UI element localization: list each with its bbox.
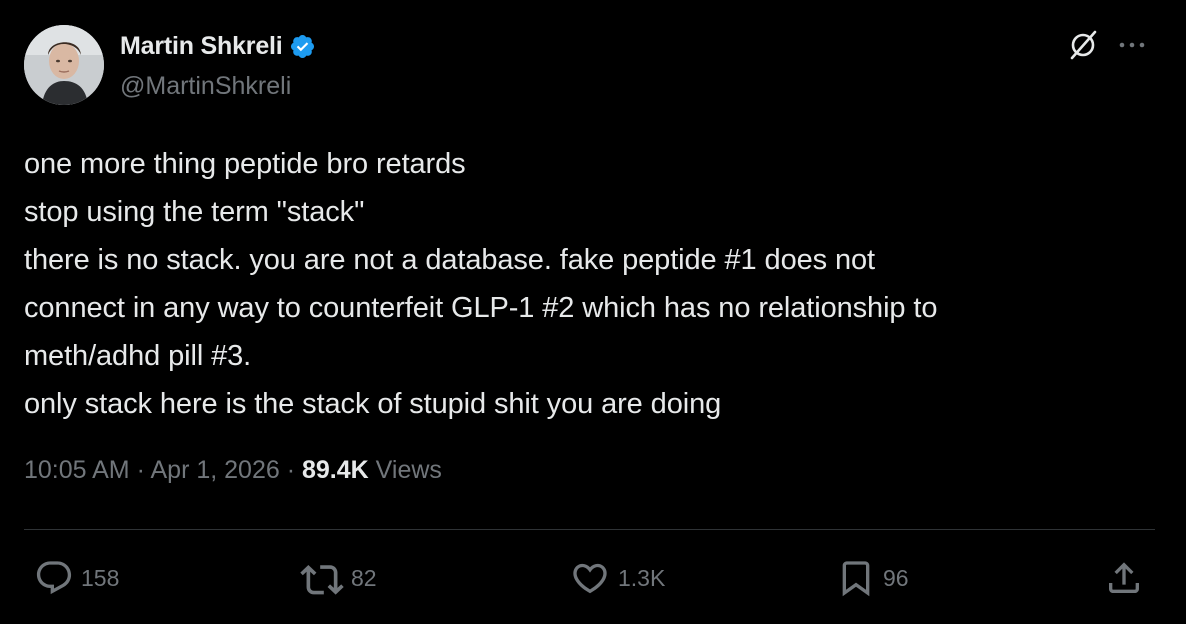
avatar[interactable] xyxy=(24,25,104,105)
tweet-line: stop using the term "stack" xyxy=(24,196,365,228)
tweet-date[interactable]: Apr 1, 2026 xyxy=(151,456,280,484)
bookmark-count: 96 xyxy=(883,564,909,591)
tweet-meta: 10:05 AM · Apr 1, 2026 · 89.4K Views xyxy=(24,456,442,485)
meta-separator: · xyxy=(136,456,151,484)
action-bar: 158 82 1.3K 96 xyxy=(0,555,1186,605)
repost-button[interactable]: 82 xyxy=(300,555,377,601)
tweet-card: Martin Shkreli @MartinShkreli one more t… xyxy=(0,0,1186,624)
tweet-text: one more thing peptide bro retards stop … xyxy=(24,140,1164,428)
tweet-line: one more thing peptide bro retards xyxy=(24,148,466,180)
tweet-time[interactable]: 10:05 AM xyxy=(24,456,130,484)
tweet-line: meth/adhd pill #3. xyxy=(24,340,252,372)
tweet-line: only stack here is the stack of stupid s… xyxy=(24,388,722,420)
divider xyxy=(24,529,1155,530)
grok-icon[interactable] xyxy=(1066,28,1100,62)
author-name-row: Martin Shkreli xyxy=(120,30,316,62)
tweet-line: there is no stack. you are not a databas… xyxy=(24,244,875,276)
reply-icon xyxy=(36,561,72,595)
meta-separator: · xyxy=(286,456,302,484)
reply-button[interactable]: 158 xyxy=(34,555,119,601)
repost-icon xyxy=(300,565,344,595)
like-count: 1.3K xyxy=(618,564,666,591)
bookmark-icon xyxy=(842,561,870,597)
like-button[interactable]: 1.3K xyxy=(569,555,665,601)
repost-count: 82 xyxy=(351,564,377,591)
verified-badge-icon[interactable] xyxy=(289,33,316,60)
author-handle[interactable]: @MartinShkreli xyxy=(120,72,291,101)
more-options-icon[interactable] xyxy=(1117,34,1147,56)
views-label: Views xyxy=(375,456,442,484)
tweet-line: connect in any way to counterfeit GLP-1 … xyxy=(24,292,938,324)
like-icon xyxy=(573,563,607,594)
views-count[interactable]: 89.4K xyxy=(302,456,369,484)
reply-count: 158 xyxy=(81,564,120,591)
share-button[interactable] xyxy=(1104,555,1144,601)
author-display-name[interactable]: Martin Shkreli xyxy=(120,32,283,61)
bookmark-button[interactable]: 96 xyxy=(836,555,909,601)
share-icon xyxy=(1109,562,1139,593)
